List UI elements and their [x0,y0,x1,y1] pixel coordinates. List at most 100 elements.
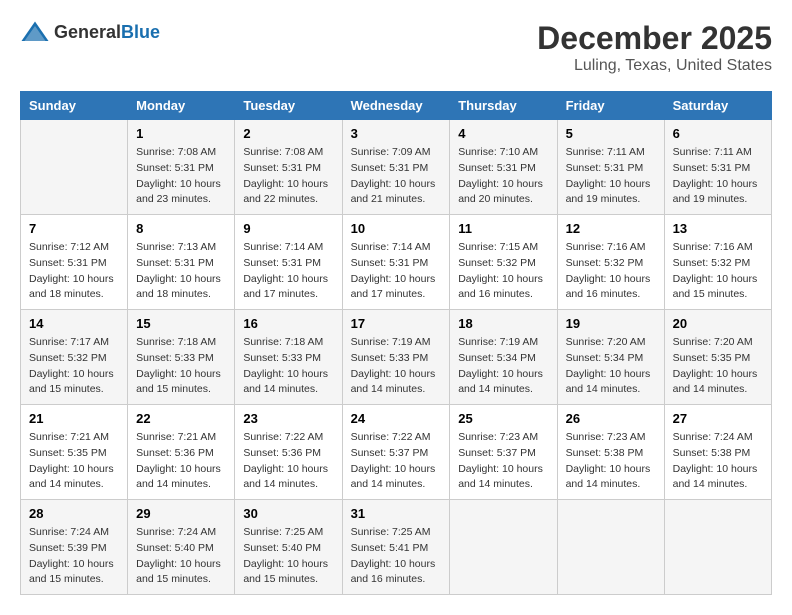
col-header-saturday: Saturday [664,92,771,120]
day-number: 28 [29,506,119,521]
day-number: 24 [351,411,442,426]
logo: GeneralBlue [20,20,160,44]
logo-icon [20,20,50,44]
header-row: SundayMondayTuesdayWednesdayThursdayFrid… [21,92,772,120]
day-number: 5 [566,126,656,141]
day-info: Sunrise: 7:23 AM Sunset: 5:38 PM Dayligh… [566,430,656,493]
calendar-cell: 10 Sunrise: 7:14 AM Sunset: 5:31 PM Dayli… [342,215,450,310]
day-info: Sunrise: 7:20 AM Sunset: 5:35 PM Dayligh… [673,335,763,398]
day-number: 16 [243,316,333,331]
day-info: Sunrise: 7:18 AM Sunset: 5:33 PM Dayligh… [243,335,333,398]
calendar-cell: 20 Sunrise: 7:20 AM Sunset: 5:35 PM Dayli… [664,310,771,405]
day-info: Sunrise: 7:24 AM Sunset: 5:39 PM Dayligh… [29,525,119,588]
week-row-2: 7 Sunrise: 7:12 AM Sunset: 5:31 PM Daylig… [21,215,772,310]
day-number: 14 [29,316,119,331]
day-info: Sunrise: 7:25 AM Sunset: 5:41 PM Dayligh… [351,525,442,588]
day-info: Sunrise: 7:14 AM Sunset: 5:31 PM Dayligh… [243,240,333,303]
calendar-cell: 12 Sunrise: 7:16 AM Sunset: 5:32 PM Dayli… [557,215,664,310]
day-number: 12 [566,221,656,236]
col-header-friday: Friday [557,92,664,120]
day-info: Sunrise: 7:23 AM Sunset: 5:37 PM Dayligh… [458,430,548,493]
col-header-monday: Monday [128,92,235,120]
calendar-cell: 13 Sunrise: 7:16 AM Sunset: 5:32 PM Dayli… [664,215,771,310]
day-info: Sunrise: 7:16 AM Sunset: 5:32 PM Dayligh… [566,240,656,303]
calendar-cell [450,500,557,595]
day-info: Sunrise: 7:14 AM Sunset: 5:31 PM Dayligh… [351,240,442,303]
day-number: 25 [458,411,548,426]
calendar-cell [664,500,771,595]
col-header-thursday: Thursday [450,92,557,120]
calendar-cell: 29 Sunrise: 7:24 AM Sunset: 5:40 PM Dayli… [128,500,235,595]
location-title: Luling, Texas, United States [537,57,772,75]
col-header-tuesday: Tuesday [235,92,342,120]
day-info: Sunrise: 7:25 AM Sunset: 5:40 PM Dayligh… [243,525,333,588]
week-row-4: 21Sunrise: 7:21 AM Sunset: 5:35 PM Dayli… [21,405,772,500]
day-info: Sunrise: 7:20 AM Sunset: 5:34 PM Dayligh… [566,335,656,398]
day-number: 27 [673,411,763,426]
calendar-cell: 25 Sunrise: 7:23 AM Sunset: 5:37 PM Dayli… [450,405,557,500]
day-info: Sunrise: 7:24 AM Sunset: 5:40 PM Dayligh… [136,525,226,588]
day-info: Sunrise: 7:24 AM Sunset: 5:38 PM Dayligh… [673,430,763,493]
week-row-3: 14 Sunrise: 7:17 AM Sunset: 5:32 PM Dayli… [21,310,772,405]
day-number: 20 [673,316,763,331]
calendar-cell: 19 Sunrise: 7:20 AM Sunset: 5:34 PM Dayli… [557,310,664,405]
day-number: 7 [29,221,119,236]
day-info: Sunrise: 7:15 AM Sunset: 5:32 PM Dayligh… [458,240,548,303]
calendar-cell: 21Sunrise: 7:21 AM Sunset: 5:35 PM Dayli… [21,405,128,500]
day-number: 22 [136,411,226,426]
day-info: Sunrise: 7:12 AM Sunset: 5:31 PM Dayligh… [29,240,119,303]
day-info: Sunrise: 7:16 AM Sunset: 5:32 PM Dayligh… [673,240,763,303]
calendar-cell: 8 Sunrise: 7:13 AM Sunset: 5:31 PM Daylig… [128,215,235,310]
calendar-cell: 16 Sunrise: 7:18 AM Sunset: 5:33 PM Dayli… [235,310,342,405]
calendar-cell [557,500,664,595]
logo-blue: Blue [121,22,160,42]
day-info: Sunrise: 7:13 AM Sunset: 5:31 PM Dayligh… [136,240,226,303]
day-number: 8 [136,221,226,236]
day-number: 19 [566,316,656,331]
calendar-table: SundayMondayTuesdayWednesdayThursdayFrid… [20,91,772,595]
calendar-cell [21,120,128,215]
calendar-cell: 15Sunrise: 7:18 AM Sunset: 5:33 PM Dayli… [128,310,235,405]
calendar-cell: 24 Sunrise: 7:22 AM Sunset: 5:37 PM Dayli… [342,405,450,500]
day-number: 30 [243,506,333,521]
day-number: 4 [458,126,548,141]
week-row-1: 1Sunrise: 7:08 AM Sunset: 5:31 PM Daylig… [21,120,772,215]
day-info: Sunrise: 7:08 AM Sunset: 5:31 PM Dayligh… [136,145,226,208]
calendar-cell: 27 Sunrise: 7:24 AM Sunset: 5:38 PM Dayli… [664,405,771,500]
calendar-cell: 17Sunrise: 7:19 AM Sunset: 5:33 PM Dayli… [342,310,450,405]
calendar-cell: 18Sunrise: 7:19 AM Sunset: 5:34 PM Dayli… [450,310,557,405]
calendar-cell: 26Sunrise: 7:23 AM Sunset: 5:38 PM Dayli… [557,405,664,500]
day-info: Sunrise: 7:18 AM Sunset: 5:33 PM Dayligh… [136,335,226,398]
week-row-5: 28 Sunrise: 7:24 AM Sunset: 5:39 PM Dayli… [21,500,772,595]
day-info: Sunrise: 7:21 AM Sunset: 5:36 PM Dayligh… [136,430,226,493]
calendar-cell: 2 Sunrise: 7:08 AM Sunset: 5:31 PM Daylig… [235,120,342,215]
day-number: 2 [243,126,333,141]
calendar-cell: 5 Sunrise: 7:11 AM Sunset: 5:31 PM Daylig… [557,120,664,215]
calendar-cell: 7 Sunrise: 7:12 AM Sunset: 5:31 PM Daylig… [21,215,128,310]
day-number: 11 [458,221,548,236]
calendar-cell: 11 Sunrise: 7:15 AM Sunset: 5:32 PM Dayli… [450,215,557,310]
day-info: Sunrise: 7:08 AM Sunset: 5:31 PM Dayligh… [243,145,333,208]
day-info: Sunrise: 7:17 AM Sunset: 5:32 PM Dayligh… [29,335,119,398]
col-header-sunday: Sunday [21,92,128,120]
day-number: 29 [136,506,226,521]
calendar-cell: 30 Sunrise: 7:25 AM Sunset: 5:40 PM Dayli… [235,500,342,595]
day-number: 17 [351,316,442,331]
day-number: 10 [351,221,442,236]
calendar-cell: 6Sunrise: 7:11 AM Sunset: 5:31 PM Daylig… [664,120,771,215]
calendar-cell: 28 Sunrise: 7:24 AM Sunset: 5:39 PM Dayli… [21,500,128,595]
col-header-wednesday: Wednesday [342,92,450,120]
day-info: Sunrise: 7:22 AM Sunset: 5:37 PM Dayligh… [351,430,442,493]
calendar-cell: 22 Sunrise: 7:21 AM Sunset: 5:36 PM Dayli… [128,405,235,500]
day-number: 31 [351,506,442,521]
calendar-cell: 31 Sunrise: 7:25 AM Sunset: 5:41 PM Dayli… [342,500,450,595]
logo-text: GeneralBlue [54,22,160,43]
day-info: Sunrise: 7:11 AM Sunset: 5:31 PM Dayligh… [673,145,763,208]
day-number: 3 [351,126,442,141]
month-title: December 2025 [537,20,772,57]
day-number: 9 [243,221,333,236]
day-number: 13 [673,221,763,236]
day-info: Sunrise: 7:11 AM Sunset: 5:31 PM Dayligh… [566,145,656,208]
day-info: Sunrise: 7:21 AM Sunset: 5:35 PM Dayligh… [29,430,119,493]
day-number: 18 [458,316,548,331]
